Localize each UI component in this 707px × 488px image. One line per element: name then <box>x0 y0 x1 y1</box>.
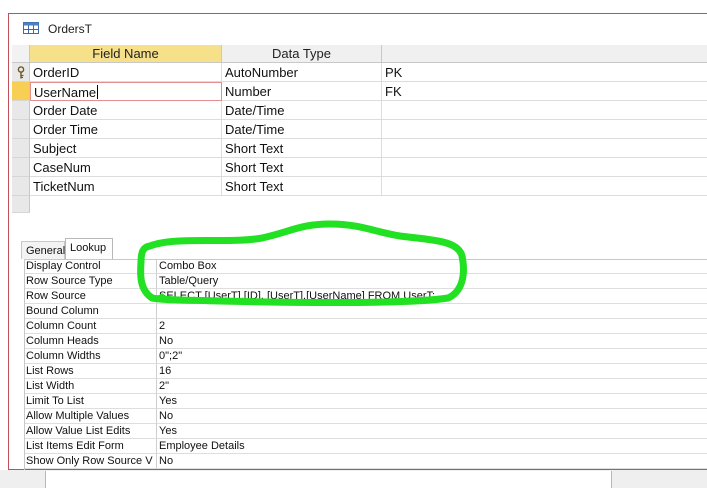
property-value[interactable]: No <box>157 454 707 469</box>
description-cell[interactable] <box>382 158 707 177</box>
property-label: Column Heads <box>24 334 157 349</box>
property-value[interactable]: SELECT [UserT].[ID], [UserT].[UserName] … <box>157 289 707 304</box>
table-icon <box>23 22 39 34</box>
description-cell[interactable] <box>382 120 707 139</box>
row-selector[interactable] <box>12 177 30 196</box>
table-row-selected[interactable]: UserName Number FK <box>12 82 707 101</box>
primary-key-icon <box>17 66 25 79</box>
description-cell[interactable]: FK <box>382 82 707 101</box>
bottom-panel-strip <box>0 470 707 488</box>
data-type-cell[interactable]: Date/Time <box>222 101 382 120</box>
property-value[interactable]: No <box>157 334 707 349</box>
tab-title: OrdersT <box>48 22 93 36</box>
property-label: Bound Column <box>24 304 157 319</box>
property-value[interactable]: Combo Box <box>157 259 707 274</box>
description-cell[interactable]: PK <box>382 63 707 82</box>
property-label: Row Source Type <box>24 274 157 289</box>
property-label: List Items Edit Form <box>24 439 157 454</box>
field-name-cell[interactable]: Order Date <box>30 101 222 120</box>
table-row-empty[interactable] <box>12 196 707 213</box>
property-value[interactable]: Table/Query <box>157 274 707 289</box>
property-row[interactable]: Column Heads No <box>24 334 707 349</box>
property-row[interactable]: Column Count 2 <box>24 319 707 334</box>
table-row[interactable]: Order Time Date/Time <box>12 120 707 139</box>
property-label: Column Widths <box>24 349 157 364</box>
tab-lookup[interactable]: Lookup <box>65 238 113 260</box>
field-name-cell[interactable]: Order Time <box>30 120 222 139</box>
property-label: Allow Value List Edits <box>24 424 157 439</box>
data-type-cell[interactable]: Short Text <box>222 139 382 158</box>
table-row[interactable]: OrderID AutoNumber PK <box>12 63 707 82</box>
row-selector[interactable] <box>12 101 30 120</box>
property-label: List Rows <box>24 364 157 379</box>
property-value[interactable]: 2" <box>157 379 707 394</box>
property-row[interactable]: Bound Column <box>24 304 707 319</box>
field-name-cell[interactable]: TicketNum <box>30 177 222 196</box>
data-type-cell[interactable]: AutoNumber <box>222 63 382 82</box>
table-row[interactable]: Order Date Date/Time <box>12 101 707 120</box>
property-value[interactable]: Yes <box>157 424 707 439</box>
table-row[interactable]: Subject Short Text <box>12 139 707 158</box>
row-selector[interactable] <box>12 139 30 158</box>
field-name-text: UserName <box>34 85 97 100</box>
row-selector[interactable] <box>12 196 30 213</box>
property-value[interactable]: 16 <box>157 364 707 379</box>
property-row[interactable]: Row Source Type Table/Query <box>24 274 707 289</box>
description-cell[interactable] <box>382 139 707 158</box>
property-label: Column Count <box>24 319 157 334</box>
property-row[interactable]: List Rows 16 <box>24 364 707 379</box>
text-caret <box>97 85 99 99</box>
property-label: Show Only Row Source V <box>24 454 157 469</box>
table-design-window: OrdersT Field Name Data Type OrderID Aut… <box>8 13 707 471</box>
property-label: Limit To List <box>24 394 157 409</box>
property-row[interactable]: Allow Multiple Values No <box>24 409 707 424</box>
document-tab[interactable]: OrdersT <box>9 14 707 44</box>
data-type-cell[interactable]: Short Text <box>222 158 382 177</box>
property-label: Allow Multiple Values <box>24 409 157 424</box>
field-name-cell[interactable]: CaseNum <box>30 158 222 177</box>
select-all-corner[interactable] <box>12 45 30 63</box>
property-label: Row Source <box>24 289 157 304</box>
tab-general[interactable]: General <box>21 241 65 259</box>
field-name-cell[interactable]: Subject <box>30 139 222 158</box>
property-label: List Width <box>24 379 157 394</box>
column-header-description[interactable] <box>382 45 707 63</box>
bottom-panel <box>45 471 612 488</box>
property-row[interactable]: List Items Edit Form Employee Details <box>24 439 707 454</box>
row-selector-active[interactable] <box>12 82 30 101</box>
table-row[interactable]: TicketNum Short Text <box>12 177 707 196</box>
property-row[interactable]: Show Only Row Source V No <box>24 454 707 469</box>
property-value[interactable]: 2 <box>157 319 707 334</box>
data-type-cell[interactable]: Number <box>222 82 382 101</box>
description-cell[interactable] <box>382 101 707 120</box>
description-cell[interactable] <box>382 177 707 196</box>
column-header-data-type[interactable]: Data Type <box>222 45 382 63</box>
property-label: Display Control <box>24 259 157 274</box>
data-type-cell[interactable]: Date/Time <box>222 120 382 139</box>
property-row[interactable]: Limit To List Yes <box>24 394 707 409</box>
row-selector[interactable] <box>12 158 30 177</box>
row-selector[interactable] <box>12 120 30 139</box>
property-row[interactable]: Column Widths 0";2" <box>24 349 707 364</box>
property-row[interactable]: List Width 2" <box>24 379 707 394</box>
property-value[interactable]: 0";2" <box>157 349 707 364</box>
row-selector[interactable] <box>12 63 30 82</box>
property-value[interactable] <box>157 304 707 319</box>
property-row[interactable]: Display Control Combo Box <box>24 259 707 274</box>
table-row[interactable]: CaseNum Short Text <box>12 158 707 177</box>
property-value[interactable]: Employee Details <box>157 439 707 454</box>
grid-header: Field Name Data Type <box>12 45 707 63</box>
property-row[interactable]: Row Source SELECT [UserT].[ID], [UserT].… <box>24 289 707 304</box>
property-row[interactable]: Allow Value List Edits Yes <box>24 424 707 439</box>
field-name-cell-editing[interactable]: UserName <box>30 82 222 101</box>
data-type-cell[interactable]: Short Text <box>222 177 382 196</box>
column-header-field-name[interactable]: Field Name <box>30 45 222 63</box>
property-value[interactable]: No <box>157 409 707 424</box>
property-value[interactable]: Yes <box>157 394 707 409</box>
field-name-cell[interactable]: OrderID <box>30 63 222 82</box>
